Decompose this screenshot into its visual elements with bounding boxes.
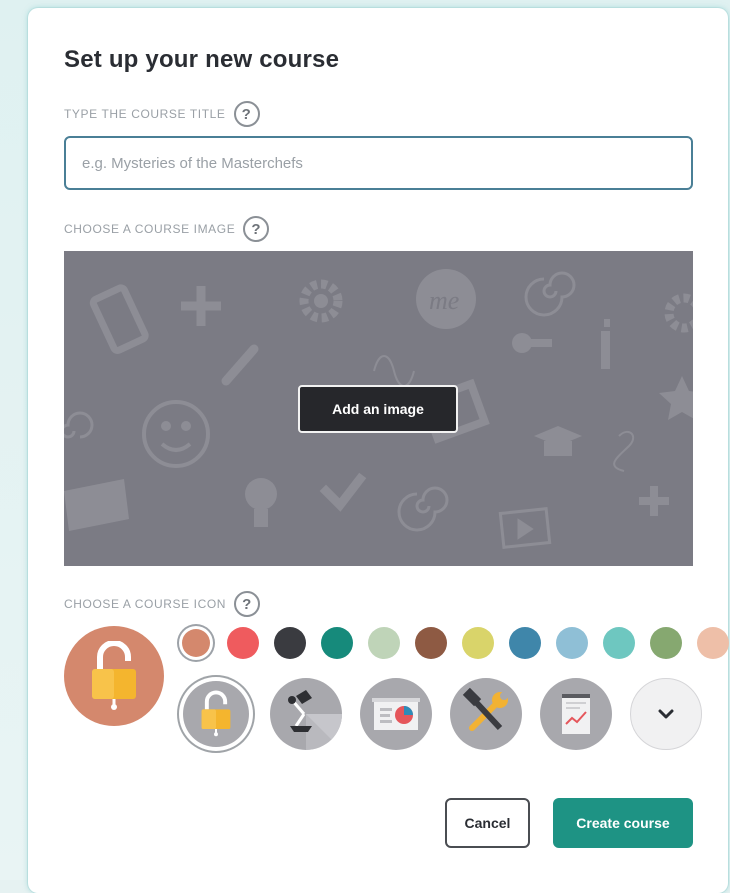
course-image-dropzone[interactable]: me Add an image	[64, 251, 693, 566]
envelope-icon	[64, 479, 129, 531]
course-image-label-row: CHOOSE A COURSE IMAGE ?	[64, 216, 270, 242]
video-icon	[498, 507, 552, 549]
color-swatch[interactable]	[650, 627, 682, 659]
more-icons-button[interactable]	[630, 678, 702, 750]
color-swatch[interactable]	[368, 627, 400, 659]
graduation-cap-icon	[534, 426, 582, 456]
course-image-label: CHOOSE A COURSE IMAGE	[64, 222, 236, 236]
spiral-icon	[524, 271, 576, 317]
cancel-button[interactable]: Cancel	[445, 798, 530, 848]
dialog-title: Set up your new course	[64, 46, 340, 73]
chevron-down-icon	[658, 709, 674, 719]
padlock-icon	[92, 641, 136, 710]
report-document-icon	[562, 694, 590, 734]
icon-option-tools[interactable]	[450, 678, 522, 750]
tools-icon	[462, 687, 508, 731]
course-title-label: TYPE THE COURSE TITLE	[64, 107, 226, 121]
gear-icon	[299, 279, 343, 323]
me-badge-icon: me	[416, 269, 476, 329]
create-course-button[interactable]: Create course	[553, 798, 693, 848]
course-image-help-icon[interactable]: ?	[243, 216, 270, 242]
plus-icon	[181, 286, 221, 326]
info-icon	[601, 319, 610, 369]
color-swatch[interactable]	[227, 627, 259, 659]
pencil-icon	[221, 344, 259, 386]
icon-options	[180, 678, 702, 750]
key-icon	[512, 333, 552, 353]
color-swatch[interactable]	[556, 627, 588, 659]
icon-option-report[interactable]	[540, 678, 612, 750]
desk-lamp-icon	[288, 690, 342, 750]
checkmark-icon	[319, 472, 367, 512]
color-swatch[interactable]	[182, 629, 210, 657]
course-icon-help-icon[interactable]: ?	[234, 591, 261, 617]
icon-option-padlock[interactable]	[183, 681, 249, 747]
icon-option-presentation[interactable]	[360, 678, 432, 750]
color-swatch[interactable]	[603, 627, 635, 659]
smiley-icon	[142, 400, 210, 468]
icon-option-desk-lamp[interactable]	[270, 678, 342, 750]
me-badge-text: me	[429, 286, 459, 315]
create-course-dialog: Set up your new course TYPE THE COURSE T…	[28, 8, 729, 893]
color-swatch[interactable]	[462, 627, 494, 659]
lightbulb-icon	[245, 478, 277, 527]
course-title-help-icon[interactable]: ?	[233, 101, 260, 127]
course-icon-label: CHOOSE A COURSE ICON	[64, 597, 227, 611]
tablet-icon	[89, 284, 149, 354]
color-swatch[interactable]	[321, 627, 353, 659]
gear-icon	[664, 293, 693, 333]
color-swatch[interactable]	[415, 627, 447, 659]
color-swatches	[180, 627, 729, 659]
presentation-chart-icon	[372, 698, 420, 730]
course-title-input[interactable]	[64, 136, 693, 190]
color-swatch[interactable]	[509, 627, 541, 659]
color-swatch[interactable]	[274, 627, 306, 659]
color-swatch[interactable]	[697, 627, 729, 659]
padlock-icon	[201, 690, 231, 737]
course-icon-preview	[64, 626, 164, 726]
star-icon	[659, 376, 693, 420]
course-title-label-row: TYPE THE COURSE TITLE ?	[64, 101, 260, 127]
course-icon-label-row: CHOOSE A COURSE ICON ?	[64, 591, 261, 617]
add-image-button[interactable]: Add an image	[298, 385, 458, 433]
